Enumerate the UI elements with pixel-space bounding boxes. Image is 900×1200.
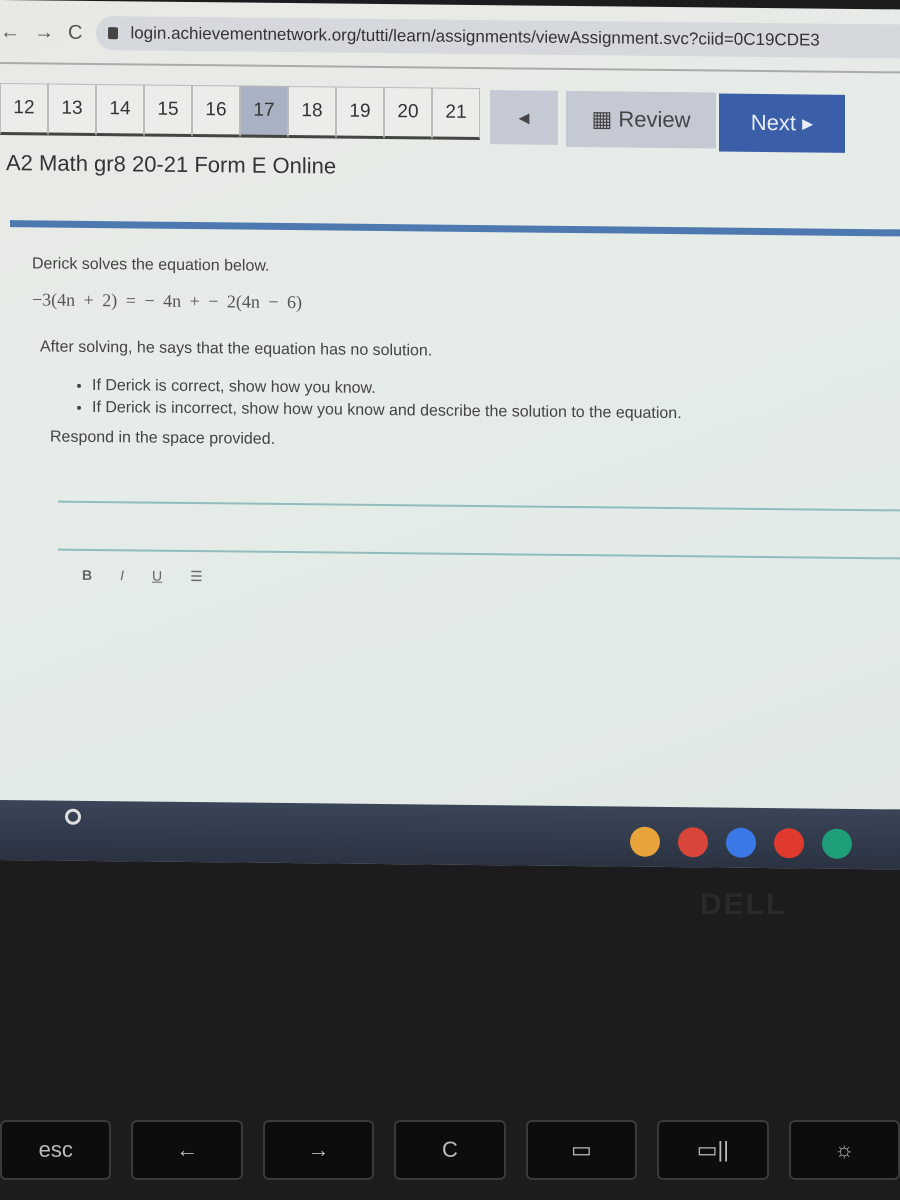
- meet-icon[interactable]: [822, 828, 852, 859]
- keyboard-key[interactable]: ☼: [788, 1120, 900, 1180]
- list-button[interactable]: ☰: [190, 568, 203, 585]
- lock-icon: [108, 27, 119, 40]
- triangle-left-icon: ◀: [518, 108, 530, 126]
- shelf-apps: [630, 826, 852, 859]
- docs-icon[interactable]: [726, 827, 756, 858]
- bullet-item: If Derick is incorrect, show how you kno…: [92, 399, 892, 425]
- assessment-title: A2 Math gr8 20-21 Form E Online: [6, 150, 337, 179]
- back-icon[interactable]: ←: [0, 21, 20, 44]
- question-nav: 12 13 14 15 16 17 18 19 20 21: [0, 83, 480, 141]
- screen: ← → C login.achievementnetwork.org/tutti…: [0, 0, 900, 870]
- gmail-icon[interactable]: [678, 827, 708, 858]
- question-tab-14[interactable]: 14: [96, 84, 144, 137]
- launcher-icon[interactable]: [65, 808, 81, 825]
- address-bar[interactable]: login.achievementnetwork.org/tutti/learn…: [96, 16, 900, 59]
- divider: [0, 62, 900, 74]
- keyboard-key[interactable]: ←: [131, 1120, 243, 1180]
- question-tab-21[interactable]: 21: [432, 87, 480, 141]
- instruction: Respond in the space provided.: [50, 428, 276, 448]
- browser-toolbar: ← → C login.achievementnetwork.org/tutti…: [0, 12, 900, 61]
- question-tab-17[interactable]: 17: [240, 85, 288, 139]
- bold-button[interactable]: B: [82, 567, 92, 584]
- url-text: login.achievementnetwork.org/tutti/learn…: [130, 23, 820, 50]
- keyboard-row: esc ← → C ▭ ▭|| ☼: [0, 1120, 900, 1180]
- question-tab-16[interactable]: 16: [192, 85, 240, 138]
- review-button[interactable]: ▦ Review: [566, 90, 716, 149]
- dell-logo: DELL: [700, 888, 787, 921]
- reload-icon[interactable]: C: [68, 21, 82, 44]
- header-rule: [10, 220, 900, 237]
- equation: −3(4n + 2) = − 4n + − 2(4n − 6): [32, 289, 303, 313]
- question-tab-20[interactable]: 20: [384, 87, 432, 140]
- question-tab-13[interactable]: 13: [48, 83, 96, 137]
- question-body: Derick solves the equation below. −3(4n …: [32, 255, 892, 455]
- prev-button[interactable]: ◀: [490, 90, 558, 145]
- response-editor[interactable]: [58, 500, 900, 810]
- question-claim: After solving, he says that the equation…: [40, 338, 433, 360]
- keyboard-key[interactable]: esc: [0, 1120, 112, 1180]
- next-button[interactable]: Next ▸: [719, 93, 845, 153]
- editor-toolbar: B I U ☰: [58, 548, 900, 609]
- youtube-icon[interactable]: [774, 828, 804, 859]
- bullet-list: If Derick is correct, show how you know.…: [92, 377, 892, 425]
- forward-icon[interactable]: →: [34, 21, 54, 44]
- question-tab-15[interactable]: 15: [144, 84, 192, 138]
- keyboard-key[interactable]: ▭: [525, 1120, 638, 1180]
- keyboard-key[interactable]: C: [394, 1120, 506, 1180]
- question-intro: Derick solves the equation below.: [32, 255, 270, 275]
- question-tab-18[interactable]: 18: [288, 86, 336, 139]
- chrome-icon[interactable]: [630, 826, 660, 857]
- italic-button[interactable]: I: [120, 567, 124, 584]
- keyboard-key[interactable]: →: [262, 1120, 375, 1180]
- underline-button[interactable]: U: [152, 568, 162, 585]
- question-tab-19[interactable]: 19: [336, 86, 384, 140]
- calendar-icon: ▦: [591, 106, 613, 132]
- keyboard-key[interactable]: ▭||: [657, 1120, 769, 1180]
- review-label: Review: [618, 106, 691, 133]
- question-tab-12[interactable]: 12: [0, 83, 48, 136]
